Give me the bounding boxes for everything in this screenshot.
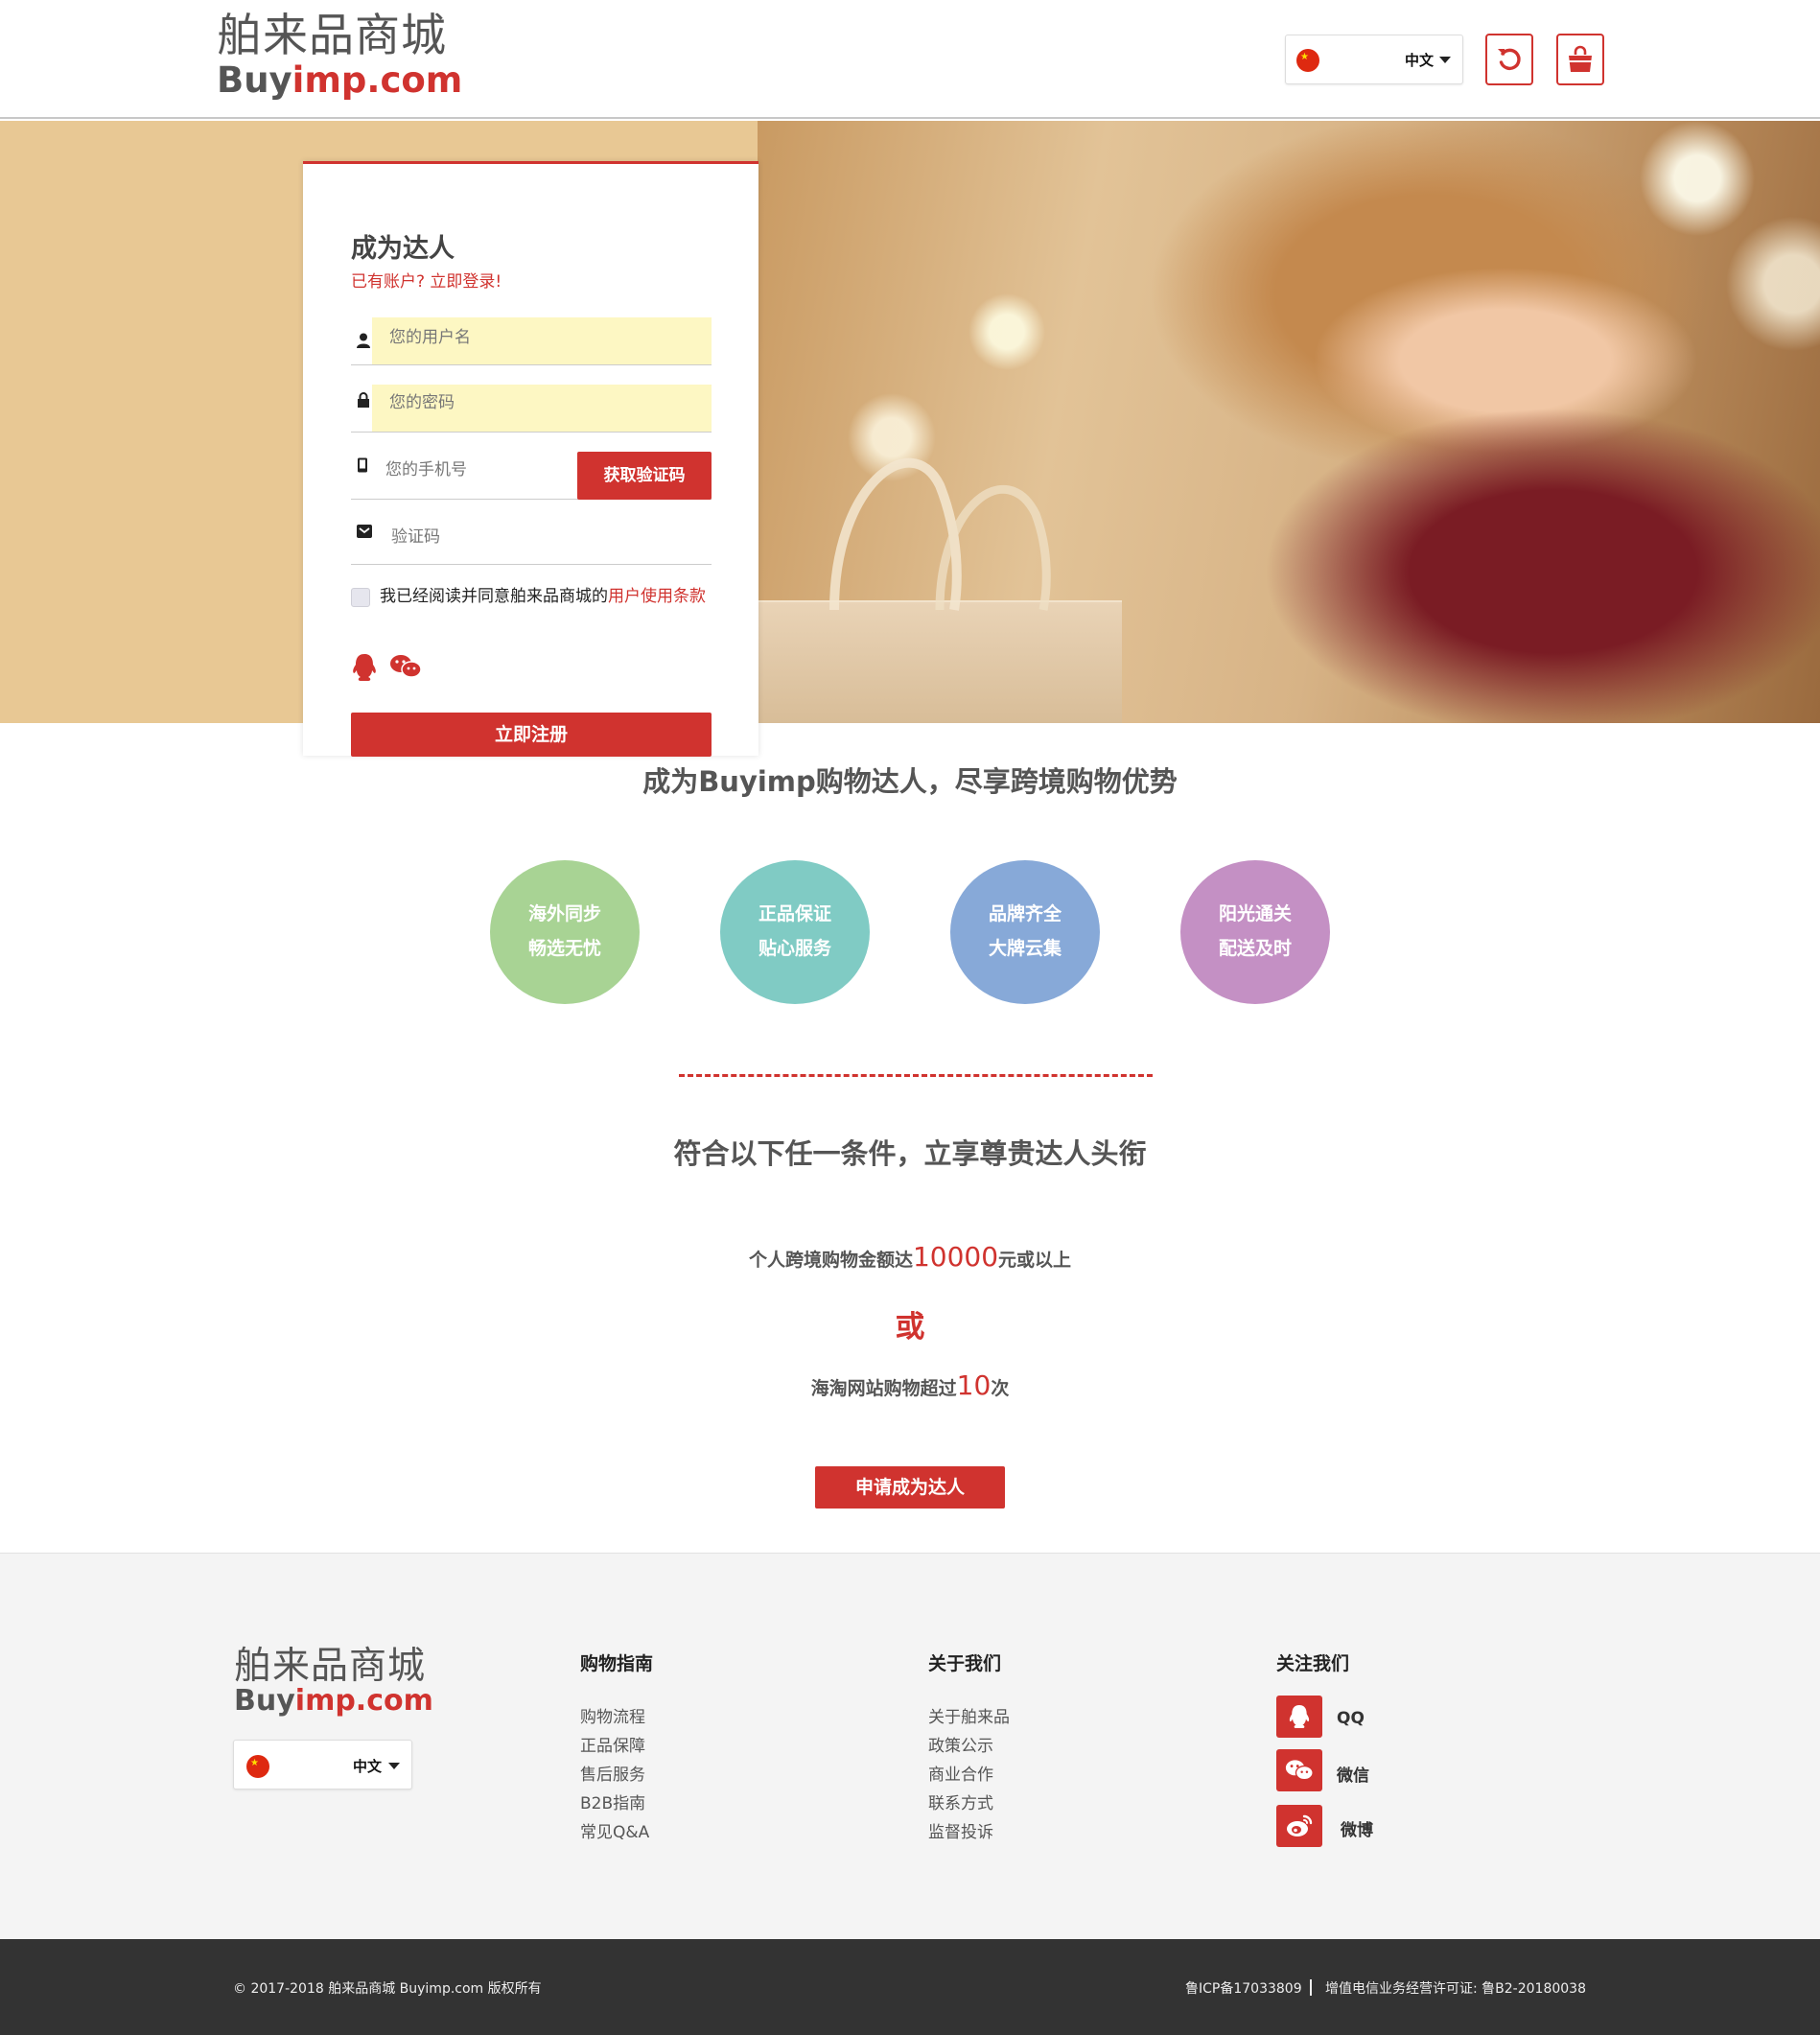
footer-logo-buy-text: Buy xyxy=(234,1684,295,1718)
advantage-4-line1: 阳光通关 xyxy=(1218,903,1292,924)
about-link-2[interactable]: 政策公示 xyxy=(928,1732,993,1756)
footer-qq-label[interactable]: QQ xyxy=(1337,1709,1365,1728)
terms-link[interactable]: 用户使用条款 xyxy=(608,587,706,606)
chevron-down-icon xyxy=(388,1763,400,1769)
license-text: 增值电信业务经营许可证: 鲁B2-20180038 xyxy=(1325,1981,1586,1997)
about-link-1[interactable]: 关于舶来品 xyxy=(928,1703,1010,1727)
shopping-bag-icon xyxy=(1569,45,1592,72)
condition-1-suffix: 元或以上 xyxy=(998,1250,1072,1271)
mobile-phone-icon xyxy=(358,457,367,473)
guide-link-1[interactable]: 购物流程 xyxy=(580,1703,645,1727)
language-select[interactable]: ★ 中文 xyxy=(1285,35,1463,84)
envelope-icon xyxy=(357,525,372,538)
refresh-icon xyxy=(1498,48,1521,71)
code-placeholder: 验证码 xyxy=(391,527,440,547)
guide-link-2[interactable]: 正品保障 xyxy=(580,1732,645,1756)
agree-text: 我已经阅读并同意舶来品商城的用户使用条款 xyxy=(380,584,706,610)
get-code-button[interactable]: 获取验证码 xyxy=(577,452,712,500)
footer-wechat-button[interactable] xyxy=(1276,1749,1322,1791)
username-placeholder: 您的用户名 xyxy=(389,328,471,347)
footer-language-label: 中文 xyxy=(353,1758,383,1775)
about-link-4[interactable]: 联系方式 xyxy=(928,1789,993,1813)
guide-link-3[interactable]: 售后服务 xyxy=(580,1761,645,1785)
chevron-down-icon xyxy=(1439,57,1451,63)
advantages-title: 成为Buyimp购物达人，尽享跨境购物优势 xyxy=(642,765,1178,798)
register-submit-button[interactable]: 立即注册 xyxy=(351,713,712,757)
footer-qq-button[interactable] xyxy=(1276,1696,1322,1738)
about-column-title: 关于我们 xyxy=(928,1653,1002,1674)
language-label: 中文 xyxy=(1405,52,1435,69)
china-flag-icon: ★ xyxy=(1296,49,1319,72)
condition-1-number: 10000 xyxy=(912,1241,999,1273)
logo-buy-text: Buy xyxy=(217,59,292,101)
advantage-2-line1: 正品保证 xyxy=(758,903,831,924)
footer-logo-chinese-text: 舶来品商城 xyxy=(234,1645,427,1688)
phone-placeholder: 您的手机号 xyxy=(385,460,467,480)
logo-chinese-text: 舶来品商城 xyxy=(217,10,447,62)
logo-english-text: Buyimp.com xyxy=(217,62,462,98)
login-link[interactable]: 已有账户? 立即登录! xyxy=(351,268,502,292)
logo-imp-text: imp.com xyxy=(292,59,463,101)
conditions-title: 符合以下任一条件，立享尊贵达人头衔 xyxy=(673,1137,1147,1170)
bottom-separator xyxy=(1310,1979,1312,1996)
advantage-1-line1: 海外同步 xyxy=(527,903,601,924)
condition-2-number: 10 xyxy=(956,1369,992,1401)
advantage-circle-3: 品牌齐全 大牌云集 xyxy=(950,860,1100,1004)
register-title: 成为达人 xyxy=(351,234,455,264)
footer-weibo-button[interactable] xyxy=(1276,1805,1322,1847)
condition-1: 个人跨境购物金额达10000元或以上 xyxy=(0,1241,1820,1273)
advantage-circle-2: 正品保证 贴心服务 xyxy=(720,860,870,1004)
follow-column-title: 关注我们 xyxy=(1276,1653,1350,1674)
password-field[interactable]: 您的密码 xyxy=(351,385,712,433)
bag-handle-decoration xyxy=(829,457,1051,611)
condition-2-suffix: 次 xyxy=(991,1378,1010,1399)
footer-weibo-label[interactable]: 微博 xyxy=(1341,1816,1373,1840)
about-link-5[interactable]: 监督投诉 xyxy=(928,1818,993,1842)
hero-photo xyxy=(758,121,1820,723)
guide-column-title: 购物指南 xyxy=(580,1653,654,1674)
agree-statement: 我已经阅读并同意舶来品商城的 xyxy=(380,587,608,606)
advantage-1-line2: 畅选无忧 xyxy=(527,938,601,959)
weibo-icon xyxy=(1287,1814,1313,1836)
footer-language-select[interactable]: ★ 中文 xyxy=(233,1740,412,1789)
password-placeholder: 您的密码 xyxy=(389,393,455,412)
icp-link[interactable]: 鲁ICP备17033809 xyxy=(1185,1978,1302,1998)
condition-1-prefix: 个人跨境购物金额达 xyxy=(748,1250,913,1271)
china-flag-icon: ★ xyxy=(246,1755,269,1778)
advantage-3-line2: 大牌云集 xyxy=(988,938,1062,959)
dashed-divider xyxy=(679,1074,1153,1077)
site-header: 舶来品商城 Buyimp.com ★ 中文 xyxy=(0,0,1820,119)
copyright-text: © 2017-2018 舶来品商城 Buyimp.com 版权所有 xyxy=(233,1981,542,1997)
apply-button[interactable]: 申请成为达人 xyxy=(815,1466,1005,1509)
about-link-3[interactable]: 商业合作 xyxy=(928,1761,993,1785)
verification-code-field[interactable]: 验证码 xyxy=(351,515,712,565)
condition-2-prefix: 海淘网站购物超过 xyxy=(810,1378,957,1399)
username-field[interactable]: 您的用户名 xyxy=(351,317,712,365)
wechat-icon xyxy=(1285,1760,1314,1781)
user-icon xyxy=(357,333,370,348)
register-card: 成为达人 已有账户? 立即登录! 您的用户名 您的密码 您的手机号 获取验证码 … xyxy=(303,161,758,757)
footer-logo-english-text: Buyimp.com xyxy=(234,1687,433,1716)
agree-checkbox[interactable] xyxy=(351,588,370,607)
footer-wechat-label[interactable]: 微信 xyxy=(1337,1762,1369,1786)
guide-link-5[interactable]: 常见Q&A xyxy=(580,1818,649,1842)
guide-link-4[interactable]: B2B指南 xyxy=(580,1789,645,1813)
advantage-2-line2: 贴心服务 xyxy=(758,938,831,959)
hero-banner xyxy=(0,121,1820,723)
refresh-button[interactable] xyxy=(1485,34,1533,85)
advantage-4-line2: 配送及时 xyxy=(1218,938,1292,959)
site-logo[interactable]: 舶来品商城 Buyimp.com xyxy=(217,13,462,98)
qq-icon xyxy=(1289,1705,1310,1728)
footer-logo-imp-text: imp.com xyxy=(294,1684,433,1718)
wechat-icon[interactable] xyxy=(389,653,422,680)
advantage-circle-4: 阳光通关 配送及时 xyxy=(1180,860,1330,1004)
lock-icon xyxy=(358,392,369,408)
footer-logo[interactable]: 舶来品商城 Buyimp.com xyxy=(234,1648,433,1716)
qq-icon[interactable] xyxy=(351,653,378,682)
condition-2: 海淘网站购物超过10次 xyxy=(0,1369,1820,1401)
advantage-3-line1: 品牌齐全 xyxy=(988,903,1062,924)
cart-button[interactable] xyxy=(1556,34,1604,85)
or-separator: 或 xyxy=(895,1310,925,1345)
advantage-circle-1: 海外同步 畅选无忧 xyxy=(490,860,640,1004)
